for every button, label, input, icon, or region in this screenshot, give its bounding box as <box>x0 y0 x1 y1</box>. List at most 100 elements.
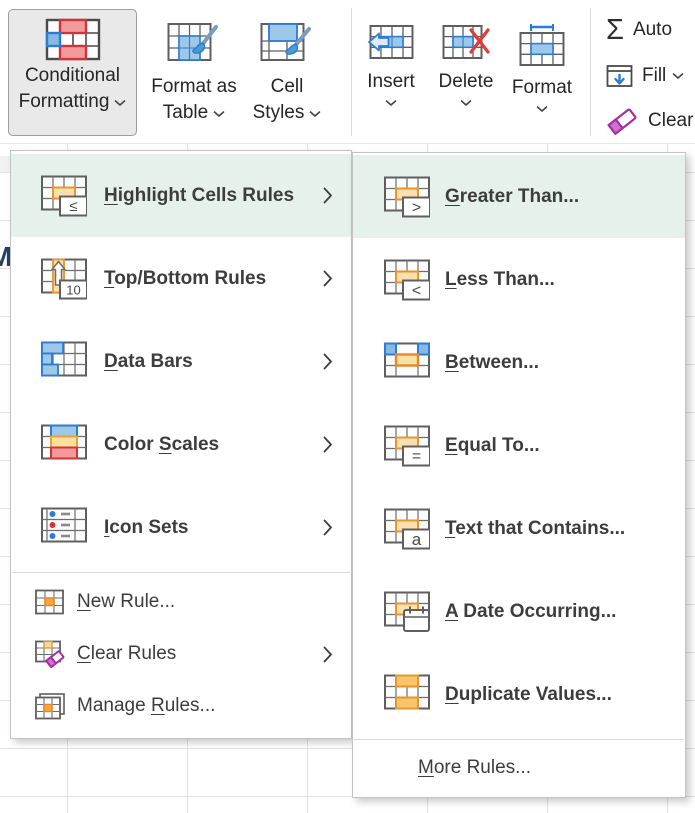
conditional-formatting-label-line2: Formatting <box>19 89 127 115</box>
chevron-right-icon <box>323 353 333 370</box>
menu-item-label: Clear Rules <box>77 643 323 665</box>
chevron-down-icon <box>460 99 472 107</box>
delete-button[interactable]: Delete <box>434 10 498 107</box>
ribbon-group-divider <box>351 8 352 136</box>
svg-text:≤: ≤ <box>69 198 77 215</box>
format-as-table-icon <box>167 20 221 68</box>
worksheet-row-band <box>0 156 10 172</box>
data-bars-icon <box>39 341 89 383</box>
submenu-item-greater-than[interactable]: > Greater Than... <box>353 155 685 238</box>
highlight-cells-rules-icon: ≤ <box>39 175 89 217</box>
menu-item-new-rule[interactable]: New Rule... <box>11 576 351 628</box>
menu-item-label: Top/Bottom Rules <box>104 268 323 290</box>
submenu-item-label: Between... <box>445 352 675 374</box>
submenu-item-duplicate-values[interactable]: Duplicate Values... <box>353 653 685 736</box>
highlight-cells-rules-submenu: > Greater Than... < Less Than... <box>352 152 686 798</box>
submenu-item-label: Equal To... <box>445 435 675 457</box>
delete-cells-icon <box>442 23 490 61</box>
chevron-down-icon <box>536 105 548 113</box>
chevron-down-icon <box>114 91 126 112</box>
submenu-item-equal-to[interactable]: = Equal To... <box>353 404 685 487</box>
submenu-item-label: Text that Contains... <box>445 518 675 540</box>
new-rule-icon <box>33 589 67 616</box>
ribbon-group-divider <box>590 8 591 136</box>
icon-sets-icon <box>39 507 89 549</box>
submenu-item-label: Less Than... <box>445 269 675 291</box>
submenu-item-between[interactable]: Between... <box>353 321 685 404</box>
menu-item-label: Highlight Cells Rules <box>104 185 323 207</box>
submenu-item-more-rules[interactable]: More Rules... <box>353 743 685 792</box>
chevron-down-icon <box>672 72 684 80</box>
submenu-item-label: A Date Occurring... <box>445 601 675 623</box>
conditional-formatting-menu: ≤ Highlight Cells Rules 10 Top/Bottom Ru… <box>10 150 352 739</box>
format-button[interactable]: Format <box>508 10 576 113</box>
menu-item-color-scales[interactable]: Color Scales <box>11 403 351 486</box>
cell-styles-label-line2: Styles <box>253 100 322 126</box>
clear-rules-icon <box>33 640 67 668</box>
eraser-icon <box>606 106 639 136</box>
delete-label: Delete <box>439 69 494 95</box>
svg-text:>: > <box>412 199 421 216</box>
chevron-down-icon <box>213 102 225 123</box>
cell-styles-button[interactable]: Cell Styles <box>246 10 328 126</box>
greater-than-icon: > <box>383 176 431 218</box>
chevron-down-icon <box>385 99 397 107</box>
menu-item-label: Icon Sets <box>104 517 323 539</box>
conditional-formatting-icon <box>45 17 101 63</box>
cell-styles-label-line1: Cell <box>271 74 304 100</box>
ribbon: Conditional Formatting Format as Table <box>0 0 695 144</box>
chevron-right-icon <box>323 270 333 287</box>
manage-rules-icon <box>33 693 67 720</box>
conditional-formatting-label-line1: Conditional <box>25 63 120 89</box>
conditional-formatting-button[interactable]: Conditional Formatting <box>8 9 137 136</box>
text-that-contains-icon: a <box>383 508 431 550</box>
menu-item-data-bars[interactable]: Data Bars <box>11 320 351 403</box>
equal-to-icon: = <box>383 425 431 467</box>
menu-item-icon-sets[interactable]: Icon Sets <box>11 486 351 569</box>
less-than-icon: < <box>383 259 431 301</box>
chevron-right-icon <box>323 436 333 453</box>
duplicate-values-icon <box>383 674 431 716</box>
svg-text:a: a <box>412 530 422 549</box>
color-scales-icon <box>39 424 89 466</box>
chevron-down-icon <box>309 102 321 123</box>
between-icon <box>383 342 431 384</box>
submenu-item-a-date-occurring[interactable]: A Date Occurring... <box>353 570 685 653</box>
submenu-item-label: More Rules... <box>418 757 675 779</box>
a-date-occurring-icon <box>383 591 431 633</box>
format-as-table-label-line1: Format as <box>151 74 237 100</box>
insert-label: Insert <box>367 69 415 95</box>
fill-label: Fill <box>642 65 666 87</box>
autosum-button[interactable]: Σ Auto <box>606 14 672 46</box>
submenu-separator <box>354 739 684 740</box>
cell-styles-icon <box>260 20 314 68</box>
menu-item-highlight-cells-rules[interactable]: ≤ Highlight Cells Rules <box>11 154 351 237</box>
insert-button[interactable]: Insert <box>360 10 422 107</box>
excel-window: M Conditional Formatting <box>0 0 695 813</box>
top-bottom-rules-icon: 10 <box>39 258 89 300</box>
clear-button[interactable]: Clear <box>606 106 693 136</box>
svg-text:10: 10 <box>66 282 80 297</box>
chevron-right-icon <box>323 519 333 536</box>
format-label: Format <box>512 75 572 101</box>
autosum-label: Auto <box>633 19 672 41</box>
svg-text:<: < <box>412 282 421 299</box>
submenu-item-label: Greater Than... <box>445 186 675 208</box>
menu-item-label: New Rule... <box>77 591 337 613</box>
menu-item-clear-rules[interactable]: Clear Rules <box>11 628 351 680</box>
menu-item-manage-rules[interactable]: Manage Rules... <box>11 680 351 732</box>
submenu-item-text-that-contains[interactable]: a Text that Contains... <box>353 487 685 570</box>
format-cells-icon <box>519 23 565 67</box>
menu-item-label: Manage Rules... <box>77 695 337 717</box>
fill-down-icon <box>606 63 633 89</box>
format-as-table-button[interactable]: Format as Table <box>144 10 244 126</box>
menu-separator <box>12 572 350 573</box>
fill-button[interactable]: Fill <box>606 63 684 89</box>
menu-item-top-bottom-rules[interactable]: 10 Top/Bottom Rules <box>11 237 351 320</box>
chevron-right-icon <box>323 646 333 663</box>
sigma-icon: Σ <box>606 14 624 46</box>
submenu-item-less-than[interactable]: < Less Than... <box>353 238 685 321</box>
insert-cells-icon <box>367 23 415 61</box>
menu-item-label: Data Bars <box>104 351 323 373</box>
clear-label: Clear <box>648 110 693 132</box>
